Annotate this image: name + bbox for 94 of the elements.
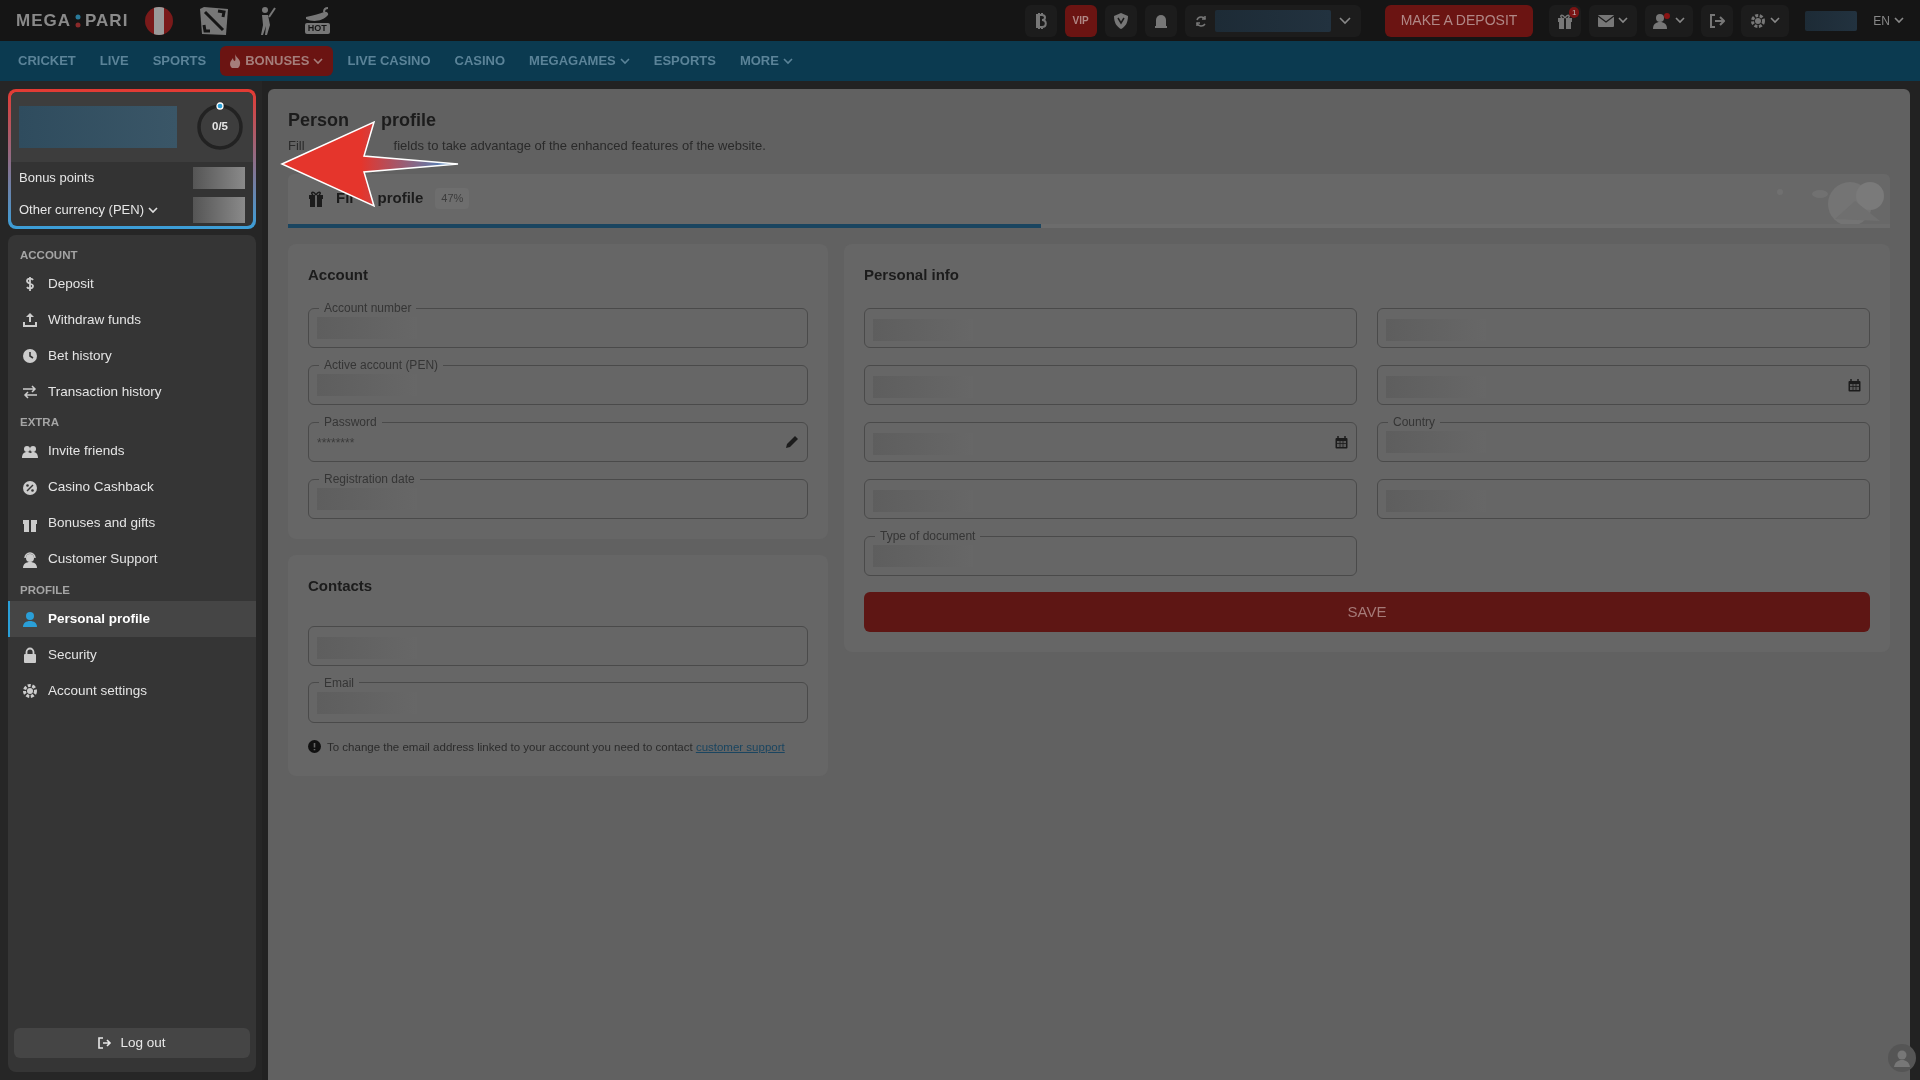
caret-icon: [1894, 17, 1904, 24]
bitcoin-icon: [1034, 12, 1047, 29]
caret-icon: [1618, 17, 1629, 24]
sidebar-item[interactable]: Deposit: [8, 266, 256, 303]
logo-dots-icon: [75, 13, 81, 28]
redacted-value: [193, 197, 245, 223]
arrows-icon: [22, 384, 38, 401]
nav-tab[interactable]: LIVE: [89, 46, 139, 76]
count-badge: 1: [1568, 6, 1580, 18]
nav-tab[interactable]: ESPORTS: [643, 46, 726, 76]
section-title: Account: [308, 264, 369, 285]
mail-button[interactable]: [1589, 4, 1638, 37]
section-heading: PROFILE: [19, 582, 71, 598]
deposit-button[interactable]: MAKE A DEPOSIT: [1384, 4, 1534, 37]
input-field[interactable]: [864, 422, 1357, 462]
info-icon: [308, 739, 321, 753]
currency-dropdown[interactable]: Other currency (PEN): [19, 200, 158, 220]
settings-button[interactable]: [1741, 4, 1790, 37]
chat-avatar-icon[interactable]: [1888, 1044, 1916, 1072]
support-agent-icon: [22, 551, 38, 568]
sidebar-item[interactable]: Invite friends: [8, 433, 256, 470]
logo-text[interactable]: MEGA: [16, 7, 71, 34]
nav-tab[interactable]: CASINO: [444, 46, 516, 76]
sidebar-item[interactable]: Withdraw funds: [8, 302, 256, 339]
sidebar-item[interactable]: Account settings: [8, 672, 256, 709]
caret-icon: [1338, 16, 1351, 25]
section-title: Contacts: [308, 576, 374, 596]
bitcoin-button[interactable]: [1024, 4, 1057, 37]
shield-icon: [1112, 11, 1129, 30]
logout-icon: [1709, 13, 1726, 28]
hot-badge[interactable]: HOT: [300, 7, 335, 34]
sidebar-item[interactable]: Bonuses and gifts: [8, 505, 256, 542]
refresh-icon: [1194, 14, 1207, 27]
gift-button[interactable]: 1: [1549, 4, 1582, 37]
upload-icon: [22, 312, 38, 329]
section-heading: EXTRA: [19, 415, 60, 431]
nav-tab[interactable]: CRICKET: [8, 46, 86, 76]
calendar-icon[interactable]: [1848, 378, 1861, 392]
shield-button[interactable]: [1104, 4, 1137, 37]
gift-icon: [1557, 12, 1574, 29]
page-title: Person: [288, 109, 350, 132]
pencil-icon[interactable]: [785, 435, 799, 449]
clock-icon: [22, 348, 38, 365]
user-icon: [1653, 12, 1672, 29]
input-field[interactable]: [1377, 479, 1870, 519]
nav-tab[interactable]: LIVE CASINO: [337, 46, 441, 76]
input-field[interactable]: [864, 479, 1357, 519]
sidebar-item[interactable]: Casino Cashback: [8, 469, 256, 506]
input-field[interactable]: [864, 308, 1357, 348]
input-field[interactable]: [864, 365, 1357, 405]
person-icon: [22, 610, 38, 627]
section-heading: ACCOUNT: [19, 248, 79, 263]
fill-profile-label: profile: [377, 188, 424, 209]
save-button[interactable]: SAVE: [864, 592, 1870, 632]
calendar-icon[interactable]: [1335, 435, 1348, 449]
user-button[interactable]: [1645, 4, 1694, 37]
nav-tab[interactable]: SPORTS: [142, 46, 217, 76]
gift-icon: [308, 190, 324, 207]
game-logo-icon[interactable]: [198, 4, 231, 37]
percent-icon: [22, 479, 38, 496]
logout-button[interactable]: Log out: [14, 1028, 250, 1058]
logout-button[interactable]: [1701, 4, 1734, 37]
nav-tab[interactable]: BONUSES: [220, 46, 334, 76]
logout-icon: [98, 1037, 113, 1049]
logo-text[interactable]: PARI: [85, 7, 129, 34]
sidebar-item[interactable]: Bet history: [8, 338, 256, 375]
nav-tab[interactable]: MEGAGAMES: [519, 46, 640, 76]
sidebar-item[interactable]: Customer Support: [8, 541, 256, 578]
balance-field[interactable]: [1184, 4, 1361, 37]
input-field[interactable]: [1377, 308, 1870, 348]
input-field[interactable]: [1377, 365, 1870, 405]
section-title: Personal info: [864, 264, 961, 285]
people-icon: [22, 443, 38, 460]
gear-icon: [22, 682, 38, 699]
caret-icon: [1770, 17, 1781, 24]
sidebar-item[interactable]: Transaction history: [8, 374, 256, 411]
page-title: profile: [381, 109, 437, 132]
bonus-label: Bonus points: [19, 169, 95, 188]
lock-icon: [22, 646, 38, 663]
vip-button[interactable]: VIP: [1064, 4, 1097, 37]
caret-icon: [1675, 17, 1686, 24]
mail-icon: [1598, 14, 1615, 27]
sidebar-item[interactable]: Personal profile: [8, 600, 256, 637]
nav-tab[interactable]: MORE: [729, 46, 803, 76]
language-button[interactable]: EN: [1873, 11, 1904, 30]
progress-count: 0/5: [212, 119, 228, 135]
redacted-value: [193, 167, 245, 189]
input-field[interactable]: [308, 625, 808, 666]
password-value: ********: [317, 435, 355, 452]
flame-icon: [230, 54, 242, 68]
redacted-value: [1805, 10, 1858, 31]
settings-icon: [1750, 12, 1767, 29]
ring-drawing: [195, 102, 245, 152]
sidebar-item[interactable]: Security: [8, 636, 256, 673]
